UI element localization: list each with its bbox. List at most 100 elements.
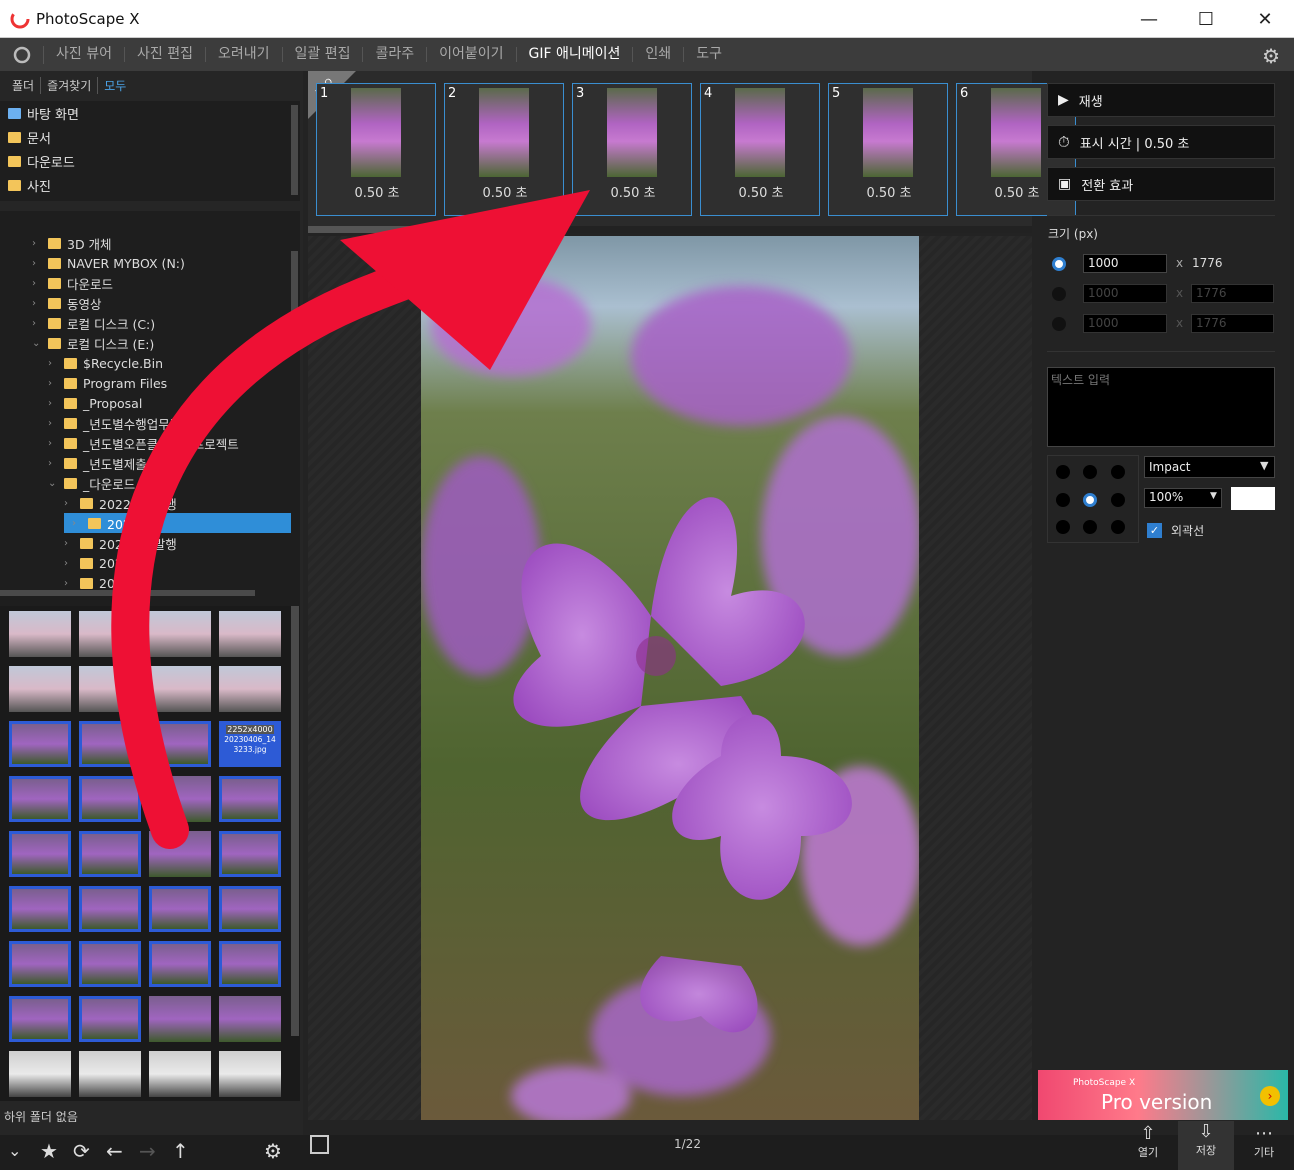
open-button[interactable]: ⇧ 열기 bbox=[1120, 1123, 1176, 1169]
photo-thumbnail[interactable] bbox=[79, 776, 141, 822]
menu-photo-viewer[interactable]: 사진 뷰어 bbox=[44, 47, 125, 62]
photo-thumbnail[interactable] bbox=[79, 941, 141, 987]
menu-batch[interactable]: 일괄 편집 bbox=[283, 47, 364, 62]
photo-thumbnail[interactable] bbox=[9, 886, 71, 932]
position-dot[interactable] bbox=[1083, 465, 1097, 479]
position-dot[interactable] bbox=[1111, 465, 1125, 479]
forward-arrow-icon[interactable]: → bbox=[139, 1139, 156, 1163]
photo-thumbnail[interactable] bbox=[219, 1051, 281, 1097]
photo-thumbnail[interactable] bbox=[149, 941, 211, 987]
photo-thumbnail[interactable] bbox=[149, 776, 211, 822]
gif-frame[interactable]: 1 0.50 초 bbox=[316, 83, 436, 216]
gif-frame[interactable]: 2 0.50 초 bbox=[444, 83, 564, 216]
photo-thumbnail[interactable] bbox=[219, 996, 281, 1042]
photo-thumbnail[interactable] bbox=[79, 996, 141, 1042]
chevron-right-icon[interactable]: › bbox=[48, 438, 58, 449]
height-select-3[interactable]: 1776 bbox=[1191, 314, 1274, 333]
chevron-right-icon[interactable]: › bbox=[32, 278, 42, 289]
fit-view-icon[interactable] bbox=[310, 1135, 329, 1154]
menu-gif[interactable]: GIF 애니메이션 bbox=[517, 47, 634, 62]
chevron-right-icon[interactable]: › bbox=[48, 358, 58, 369]
tree-node[interactable]: › 2023꽃 bbox=[64, 513, 291, 533]
back-arrow-icon[interactable]: ← bbox=[106, 1139, 123, 1163]
photo-thumbnail[interactable] bbox=[219, 666, 281, 712]
chevron-right-icon[interactable]: › bbox=[64, 578, 74, 589]
position-dot[interactable] bbox=[1111, 520, 1125, 534]
tab-favorites[interactable]: 즐겨찾기 bbox=[41, 76, 99, 94]
favorite-item[interactable]: 다운로드 bbox=[0, 149, 300, 173]
photo-thumbnail[interactable] bbox=[219, 776, 281, 822]
tree-node[interactable]: › _년도별제출서류 bbox=[48, 453, 170, 473]
photo-thumbnail[interactable] bbox=[79, 1051, 141, 1097]
position-dot[interactable] bbox=[1056, 465, 1070, 479]
chevron-right-icon[interactable]: › bbox=[64, 498, 74, 509]
favorites-scrollbar[interactable] bbox=[291, 105, 298, 195]
gear-icon[interactable]: ⚙ bbox=[264, 1139, 282, 1163]
text-input[interactable]: 텍스트 입력 bbox=[1047, 367, 1275, 447]
gif-frame[interactable]: 4 0.50 초 bbox=[700, 83, 820, 216]
font-select[interactable]: Impact bbox=[1144, 456, 1275, 478]
tree-node[interactable]: › _Proposal bbox=[48, 393, 142, 413]
photo-thumbnail[interactable] bbox=[9, 996, 71, 1042]
refresh-icon[interactable]: ⟳ bbox=[73, 1139, 90, 1163]
photo-thumbnail[interactable] bbox=[79, 886, 141, 932]
settings-gear-icon[interactable]: ⚙ bbox=[1262, 44, 1280, 68]
size-radio-1[interactable] bbox=[1052, 257, 1066, 271]
tree-node[interactable]: › $Recycle.Bin bbox=[48, 353, 163, 373]
photo-thumbnail[interactable] bbox=[9, 831, 71, 877]
gif-frame[interactable]: 5 0.50 초 bbox=[828, 83, 948, 216]
tree-node[interactable]: › 다운로드 bbox=[32, 273, 113, 293]
thumbs-scrollbar[interactable] bbox=[291, 606, 299, 1036]
tab-all[interactable]: 모두 bbox=[98, 77, 132, 94]
save-button[interactable]: ⇩ 저장 bbox=[1178, 1121, 1234, 1170]
up-arrow-icon[interactable]: ↑ bbox=[172, 1139, 189, 1163]
photo-thumbnail[interactable] bbox=[9, 776, 71, 822]
pro-version-ad[interactable]: PhotoScape X Pro version › bbox=[1038, 1070, 1288, 1120]
chevron-right-icon[interactable]: › bbox=[32, 298, 42, 309]
tree-scrollbar[interactable] bbox=[291, 251, 298, 331]
width-select[interactable]: 1000 bbox=[1083, 254, 1167, 273]
tree-node[interactable]: › 2023년미발행 bbox=[64, 533, 177, 553]
photo-thumbnail[interactable] bbox=[79, 611, 141, 657]
favorite-item[interactable]: 바탕 화면 bbox=[0, 101, 300, 125]
photo-thumbnail[interactable] bbox=[9, 1051, 71, 1097]
position-dot[interactable] bbox=[1083, 520, 1097, 534]
photo-thumbnail[interactable] bbox=[9, 611, 71, 657]
width-select-3[interactable]: 1000 bbox=[1083, 314, 1167, 333]
photo-thumbnail[interactable] bbox=[9, 666, 71, 712]
position-dot-selected[interactable] bbox=[1083, 493, 1097, 507]
home-icon[interactable] bbox=[0, 45, 44, 64]
tree-node[interactable]: › 동영상 bbox=[32, 293, 102, 313]
photo-thumbnail[interactable] bbox=[149, 1051, 211, 1097]
menu-tools[interactable]: 도구 bbox=[684, 47, 734, 62]
transition-button[interactable]: ▣ 전환 효과 bbox=[1047, 167, 1275, 201]
photo-thumbnail[interactable]: 2252x4000 20230406_143233.jpg bbox=[219, 721, 281, 767]
strip-scrollbar[interactable] bbox=[308, 226, 1032, 233]
chevron-right-icon[interactable]: › bbox=[32, 238, 42, 249]
menu-combine[interactable]: 이어붙이기 bbox=[427, 47, 517, 62]
position-dot[interactable] bbox=[1056, 493, 1070, 507]
tree-node[interactable]: ⌄ 로컬 디스크 (E:) bbox=[32, 333, 154, 353]
photo-thumbnail[interactable] bbox=[219, 886, 281, 932]
photo-thumbnail[interactable] bbox=[219, 611, 281, 657]
chevron-right-icon[interactable]: › bbox=[48, 418, 58, 429]
maximize-button[interactable]: ☐ bbox=[1177, 0, 1235, 38]
photo-thumbnail[interactable] bbox=[9, 941, 71, 987]
close-button[interactable]: ✕ bbox=[1236, 0, 1294, 38]
tree-node[interactable]: ⌄ _다운로드 bbox=[48, 473, 135, 493]
menu-collage[interactable]: 콜라주 bbox=[363, 47, 428, 62]
play-button[interactable]: ▶ 재생 bbox=[1047, 83, 1275, 117]
display-time-button[interactable]: ⏱ 표시 시간 | 0.50 초 bbox=[1047, 125, 1275, 159]
chevron-down-icon[interactable]: ⌄ bbox=[48, 478, 58, 489]
height-select-2[interactable]: 1776 bbox=[1191, 284, 1274, 303]
tree-node[interactable]: › NAVER MYBOX (N:) bbox=[32, 253, 185, 273]
tree-node[interactable]: › 3D 개체 bbox=[32, 233, 112, 253]
size-radio-3[interactable] bbox=[1052, 317, 1066, 331]
position-dot[interactable] bbox=[1111, 493, 1125, 507]
minimize-button[interactable]: — bbox=[1120, 0, 1178, 38]
photo-thumbnail[interactable] bbox=[79, 721, 141, 767]
size-radio-2[interactable] bbox=[1052, 287, 1066, 301]
photo-thumbnail[interactable] bbox=[149, 611, 211, 657]
tree-node[interactable]: › Program Files bbox=[48, 373, 167, 393]
photo-thumbnail[interactable] bbox=[149, 886, 211, 932]
